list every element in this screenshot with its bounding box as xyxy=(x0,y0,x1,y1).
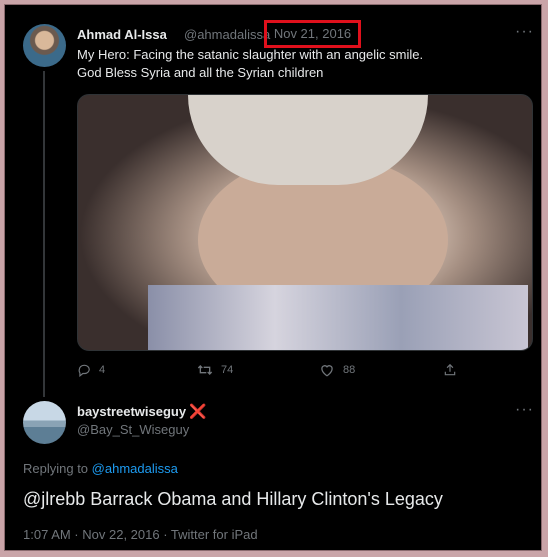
tweet-media-image[interactable] xyxy=(77,94,533,351)
retweet-icon xyxy=(197,365,213,375)
avatar[interactable] xyxy=(23,24,66,67)
reply-count: 4 xyxy=(99,364,106,376)
author-handle[interactable]: @ahmadalissa xyxy=(184,27,270,42)
tweet-text-line-1: My Hero: Facing the satanic slaughter wi… xyxy=(77,47,424,62)
cross-mark-icon: ❌ xyxy=(189,403,207,419)
like-action[interactable]: 88 xyxy=(319,363,355,377)
retweet-count: 74 xyxy=(221,364,234,376)
more-icon[interactable]: ··· xyxy=(515,23,534,41)
reply-avatar[interactable] xyxy=(23,401,66,444)
thread-connector-line xyxy=(43,71,45,397)
reply-author-display-name[interactable]: baystreetwiseguy ❌ xyxy=(77,403,207,420)
reply-tweet-meta[interactable]: 1:07 AM · Nov 22, 2016 · Twitter for iPa… xyxy=(23,527,258,542)
reply-more-icon[interactable]: ··· xyxy=(515,401,534,419)
image-cloth-shape xyxy=(148,285,528,350)
replying-to-handle-link[interactable]: @ahmadalissa xyxy=(92,461,178,476)
reply-tweet-text: @jlrebb Barrack Obama and Hillary Clinto… xyxy=(23,489,443,509)
like-icon xyxy=(321,365,333,377)
share-action[interactable] xyxy=(443,363,465,377)
retweet-action[interactable]: 74 xyxy=(197,363,233,377)
tweet-date-highlighted[interactable]: Nov 21, 2016 xyxy=(264,20,361,48)
share-icon xyxy=(444,363,456,376)
replying-to-prefix: Replying to xyxy=(23,461,89,476)
like-count: 88 xyxy=(343,364,356,376)
replying-to: Replying to @ahmadalissa xyxy=(23,461,178,476)
reply-author-handle[interactable]: @Bay_St_Wiseguy xyxy=(77,422,189,437)
tweet-text-line-2: God Bless Syria and all the Syrian child… xyxy=(77,65,324,80)
tweet-thread-card: Ahmad Al-Issa @ahmadalissa Nov 21, 2016 … xyxy=(4,4,542,551)
author-display-name[interactable]: Ahmad Al-Issa xyxy=(77,27,167,42)
reply-icon xyxy=(78,364,90,377)
reply-author-name-text: baystreetwiseguy xyxy=(77,404,187,419)
reply-action[interactable]: 4 xyxy=(77,363,105,377)
